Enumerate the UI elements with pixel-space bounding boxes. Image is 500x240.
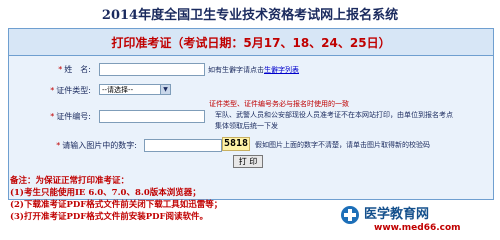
logo-name: 医学教育网 — [364, 207, 430, 222]
required-mark: * — [50, 86, 55, 95]
captcha-image[interactable]: 5818 — [222, 137, 250, 151]
captcha-hint: 假如图片上面的数字不清楚，请单击图片取得新的校验码 — [255, 141, 430, 149]
id-type-select[interactable]: --请选择-- ▼ — [99, 84, 171, 95]
required-mark: * — [50, 112, 55, 121]
name-input[interactable] — [99, 63, 205, 76]
id-note-collect: 集体领取后统一下发 — [215, 122, 278, 130]
captcha-label: * 请输入图片中的数字: — [56, 141, 137, 150]
site-logo: 医学教育网 www.med66.com — [340, 203, 461, 237]
id-type-label: * 证件类型: — [50, 86, 91, 95]
notes-heading: 备注：为保证正常打印准考证： — [10, 176, 130, 186]
page-title: 2014年度全国卫生专业技术资格考试网上报名系统 — [101, 8, 399, 23]
panel-header: 打印准考证（考试日期：5月17、18、24、25日） — [9, 29, 493, 56]
note-pdf-reader: (3)打开准考证PDF格式文件前安装PDF阅读软件。 — [10, 212, 209, 222]
rare-char-list-link[interactable]: 生僻字列表 — [264, 66, 299, 74]
note-browser: (1)考生只能使用IE 6.0、7.0、8.0版本浏览器； — [10, 188, 201, 198]
logo-url: www.med66.com — [374, 223, 461, 233]
id-number-input[interactable] — [99, 110, 205, 123]
chevron-down-icon: ▼ — [160, 85, 170, 94]
print-button[interactable]: 打 印 — [233, 155, 263, 168]
required-mark: * — [56, 141, 61, 150]
id-number-label: * 证件编号: — [50, 112, 91, 121]
note-download: (2)下载准考证PDF格式文件前关闭下载工具如迅雷等； — [10, 200, 223, 210]
name-label: * 姓 名: — [58, 65, 91, 74]
captcha-input[interactable] — [144, 139, 222, 152]
medical-cross-icon — [341, 206, 359, 224]
required-mark: * — [58, 65, 63, 74]
id-note-military: 军队、武警人员和公安部现役人员准考证不在本网站打印，由单位到报名考点 — [215, 111, 453, 119]
panel-heading: 打印准考证（考试日期：5月17、18、24、25日） — [111, 36, 391, 50]
name-hint: 如有生僻字请点击生僻字列表 — [208, 66, 299, 74]
id-note-warning: 证件类型、证件编号务必与报名时使用的一致 — [209, 100, 349, 108]
